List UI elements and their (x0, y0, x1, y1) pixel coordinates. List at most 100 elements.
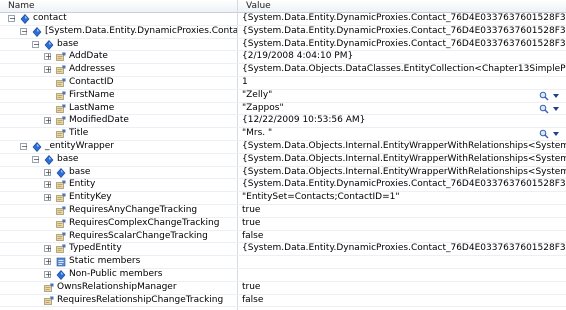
visualizer-tools[interactable] (539, 104, 563, 114)
name-cell: + AddDate (0, 51, 237, 63)
value-cell[interactable]: {System.Data.Objects.Internal.EntityWrap… (240, 167, 566, 179)
tree-row[interactable]: Title "Mrs. " (0, 128, 566, 141)
value-cell[interactable]: 1 (240, 77, 566, 89)
expand-toggle-icon[interactable]: + (44, 270, 52, 278)
name-cell: − contact (0, 13, 237, 25)
value-cell[interactable]: true (240, 205, 566, 217)
tree-row[interactable]: FirstName "Zelly" (0, 90, 566, 103)
tree-row[interactable]: + Entity {System.Data.Entity.DynamicProxie… (0, 179, 566, 193)
visualizer-tools[interactable] (539, 129, 563, 139)
name-cell: + Non-Public members (0, 269, 237, 281)
name-cell: + ModifiedDate (0, 115, 237, 127)
name-cell: RequiresAnyChangeTracking (0, 205, 237, 217)
value-cell[interactable]: "EntitySet=Contacts;ContactID=1" (240, 192, 566, 204)
value-cell[interactable]: "Zappos" (240, 103, 566, 115)
tree-row[interactable]: − [System.Data.Entity.DynamicProxies.Cont… (0, 26, 566, 39)
name-cell: ContactID (0, 77, 237, 89)
value-cell[interactable]: {System.Data.Entity.DynamicProxies.Conta… (240, 243, 566, 255)
name-cell: RequiresRelationshipChangeTracking (0, 295, 237, 307)
collapse-toggle-icon[interactable]: − (20, 142, 28, 150)
property-icon (56, 78, 66, 88)
row-name: TypedEntity (69, 243, 122, 254)
expand-toggle-icon[interactable]: + (44, 258, 52, 266)
name-cell: Title (0, 128, 237, 140)
collapse-toggle-icon[interactable]: − (32, 40, 40, 48)
tree-row[interactable]: LastName "Zappos" (0, 103, 566, 116)
value-cell[interactable]: {System.Data.Entity.DynamicProxies.Conta… (240, 39, 566, 51)
value-cell[interactable]: {System.Data.Entity.DynamicProxies.Conta… (240, 13, 566, 25)
dropdown-arrow-icon[interactable] (553, 93, 559, 98)
tree-row[interactable]: RequiresComplexChangeTracking true (0, 218, 566, 231)
value-column-header[interactable]: Value (238, 0, 271, 12)
tree-row[interactable]: + AddDate {2/19/2008 4:04:10 PM} (0, 51, 566, 65)
value-cell[interactable]: "Mrs. " (240, 128, 566, 140)
name-cell: + Entity (0, 179, 237, 191)
magnifier-icon[interactable] (539, 129, 549, 139)
name-column-header[interactable]: Name (0, 0, 35, 12)
value-cell[interactable]: false (240, 231, 566, 243)
tree-row[interactable]: + Addresses {System.Data.Objects.DataClass… (0, 64, 566, 77)
value-cell[interactable]: {System.Data.Objects.Internal.EntityWrap… (240, 141, 566, 153)
name-cell: + Addresses (0, 64, 237, 76)
tree-row[interactable]: + TypedEntity {System.Data.Entity.DynamicP… (0, 243, 566, 257)
object-icon (32, 142, 42, 152)
name-cell: RequiresScalarChangeTracking (0, 231, 237, 243)
property-icon (56, 232, 66, 242)
row-name: base (69, 166, 91, 177)
collapse-toggle-icon[interactable]: − (32, 155, 40, 163)
tree-row[interactable]: − base {System.Data.Objects.Internal.Entit… (0, 154, 566, 167)
tree-row[interactable]: + base {System.Data.Objects.Internal.Entit… (0, 167, 566, 180)
expand-toggle-icon[interactable]: + (44, 117, 52, 125)
tree-row[interactable]: RequiresAnyChangeTracking true (0, 205, 566, 218)
row-name: ModifiedDate (69, 115, 129, 126)
collapse-toggle-icon[interactable]: − (8, 15, 16, 23)
value-cell[interactable]: {12/22/2009 10:53:56 AM} (240, 115, 566, 127)
value-cell[interactable] (240, 256, 566, 268)
name-cell: RequiresComplexChangeTracking (0, 218, 237, 230)
tree-row[interactable]: − base {System.Data.Entity.DynamicProxies.… (0, 39, 566, 52)
row-name: Non-Public members (69, 268, 163, 279)
expand-toggle-icon[interactable]: + (44, 66, 52, 74)
name-cell: − [System.Data.Entity.DynamicProxies.Cont… (0, 26, 237, 38)
magnifier-icon[interactable] (539, 91, 549, 101)
tree-row[interactable]: − contact {System.Data.Entity.DynamicProxi… (0, 13, 566, 26)
tree-row[interactable]: OwnsRelationshipManager true (0, 282, 566, 295)
tree-row[interactable]: + ModifiedDate {12/22/2009 10:53:56 AM} (0, 115, 566, 129)
expand-toggle-icon[interactable]: + (44, 245, 52, 253)
expand-toggle-icon[interactable]: + (44, 168, 52, 176)
value-cell[interactable]: {System.Data.Objects.Internal.EntityWrap… (240, 154, 566, 166)
tree-row[interactable]: + Static members (0, 256, 566, 269)
row-name: EntityKey (69, 192, 112, 203)
expand-toggle-icon[interactable]: + (44, 194, 52, 202)
property-icon (56, 91, 66, 101)
dropdown-arrow-icon[interactable] (553, 132, 559, 137)
row-name: base (57, 153, 79, 164)
row-name: [System.Data.Entity.DynamicProxies.Conta… (45, 25, 237, 36)
tree-row[interactable]: RequiresRelationshipChangeTracking false (0, 295, 566, 308)
value-cell[interactable]: "Zelly" (240, 90, 566, 102)
tree-row[interactable]: + EntityKey "EntitySet=Contacts;ContactID=… (0, 192, 566, 205)
magnifier-icon[interactable] (539, 104, 549, 114)
tree-row[interactable]: ContactID 1 (0, 77, 566, 90)
value-cell[interactable]: true (240, 218, 566, 230)
visualizer-tools[interactable] (539, 91, 563, 101)
property-icon (56, 219, 66, 229)
name-cell: + EntityKey (0, 192, 237, 204)
value-cell[interactable]: {2/19/2008 4:04:10 PM} (240, 51, 566, 63)
object-icon (20, 14, 30, 24)
value-cell[interactable]: true (240, 282, 566, 294)
expand-toggle-icon[interactable]: + (44, 53, 52, 61)
dropdown-arrow-icon[interactable] (553, 106, 559, 111)
tree-row[interactable]: RequiresScalarChangeTracking false (0, 231, 566, 244)
value-cell[interactable]: {System.Data.Entity.DynamicProxies.Conta… (240, 179, 566, 191)
property-icon (56, 116, 66, 126)
value-cell[interactable]: {System.Data.Entity.DynamicProxies.Conta… (240, 26, 566, 38)
name-cell: − base (0, 154, 237, 166)
value-cell[interactable]: false (240, 295, 566, 307)
collapse-toggle-icon[interactable]: − (20, 27, 28, 35)
expand-toggle-icon[interactable]: + (44, 181, 52, 189)
value-cell[interactable]: {System.Data.Objects.DataClasses.EntityC… (240, 64, 566, 76)
tree-row[interactable]: + Non-Public members (0, 269, 566, 282)
value-cell[interactable] (240, 269, 566, 281)
tree-row[interactable]: − _entityWrapper {System.Data.Objects.Inte… (0, 141, 566, 154)
